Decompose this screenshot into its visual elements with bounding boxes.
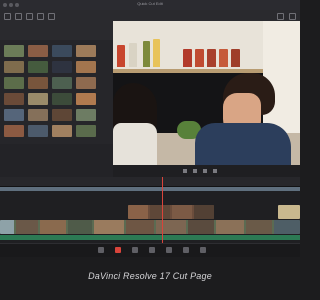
jar-image	[231, 49, 240, 67]
audio-track[interactable]	[0, 235, 300, 240]
bottle-image	[143, 41, 150, 67]
clip-thumbnail[interactable]	[52, 77, 72, 89]
color-page-icon[interactable]	[166, 247, 172, 253]
timeline[interactable]	[0, 177, 300, 243]
clip-thumbnail[interactable]	[52, 45, 72, 57]
clip-thumbnail[interactable]	[28, 109, 48, 121]
clip-thumbnail[interactable]	[28, 93, 48, 105]
clip-thumbnail[interactable]	[4, 109, 24, 121]
viewer-transport	[113, 165, 300, 177]
next-icon[interactable]	[203, 169, 207, 173]
clip-thumbnail[interactable]	[76, 125, 96, 137]
upper-clip[interactable]	[278, 205, 300, 219]
clip-thumbnail[interactable]	[52, 61, 72, 73]
fusion-page-icon[interactable]	[149, 247, 155, 253]
woman-right-apron	[195, 123, 291, 165]
prev-icon[interactable]	[183, 169, 187, 173]
clip-thumbnail[interactable]	[28, 77, 48, 89]
timeline-ruler[interactable]	[0, 177, 300, 187]
fairlight-page-icon[interactable]	[183, 247, 189, 253]
play-icon[interactable]	[193, 169, 197, 173]
upper-clip[interactable]	[128, 205, 214, 219]
clip-thumbnail[interactable]	[4, 125, 24, 137]
jar-image	[183, 49, 192, 67]
jar-image	[219, 49, 228, 67]
woman-left-shirt	[113, 123, 157, 165]
clip-thumbnail[interactable]	[28, 125, 48, 137]
clip-thumbnail[interactable]	[76, 61, 96, 73]
bottle-image	[153, 39, 160, 67]
upper-timeline-overview[interactable]	[0, 187, 300, 191]
page-navigation-bar	[0, 243, 300, 257]
viewer[interactable]	[113, 21, 300, 165]
playhead[interactable]	[162, 177, 163, 243]
transitions-icon[interactable]	[26, 13, 33, 20]
clip-thumbnail[interactable]	[28, 45, 48, 57]
cut-page-icon[interactable]	[115, 247, 121, 253]
media-page-icon[interactable]	[98, 247, 104, 253]
deliver-page-icon[interactable]	[200, 247, 206, 253]
clip-thumbnail[interactable]	[52, 109, 72, 121]
effects-icon[interactable]	[48, 13, 55, 20]
viewer-mode-icon[interactable]	[277, 13, 284, 20]
viewer-frame	[113, 21, 300, 165]
clip-thumbnail[interactable]	[52, 125, 72, 137]
sync-bin-icon[interactable]	[15, 13, 22, 20]
clip-thumbnail[interactable]	[4, 61, 24, 73]
titles-icon[interactable]	[37, 13, 44, 20]
bottle-image	[129, 43, 137, 67]
clip-thumbnail[interactable]	[4, 93, 24, 105]
jar-image	[207, 49, 216, 67]
media-pool-icon[interactable]	[4, 13, 11, 20]
loop-icon[interactable]	[213, 169, 217, 173]
clip-thumbnail[interactable]	[4, 77, 24, 89]
clip-thumbnail[interactable]	[4, 45, 24, 57]
bottle-image	[117, 45, 125, 67]
media-pool	[0, 40, 113, 144]
window-title: Quick Cut Edit	[137, 1, 163, 6]
edit-page-icon[interactable]	[132, 247, 138, 253]
clip-thumbnail[interactable]	[28, 61, 48, 73]
main-video-track[interactable]	[0, 220, 300, 234]
clip-thumbnail[interactable]	[76, 93, 96, 105]
caption: DaVinci Resolve 17 Cut Page	[88, 271, 212, 281]
settings-icon[interactable]	[289, 13, 296, 20]
resolve-window: Quick Cut Edit	[0, 0, 300, 257]
clip-thumbnail[interactable]	[76, 109, 96, 121]
jar-image	[195, 49, 204, 67]
clip-thumbnail[interactable]	[76, 45, 96, 57]
thumbnail-grid	[3, 43, 97, 139]
clip-thumbnail[interactable]	[76, 77, 96, 89]
clip-thumbnail[interactable]	[52, 93, 72, 105]
